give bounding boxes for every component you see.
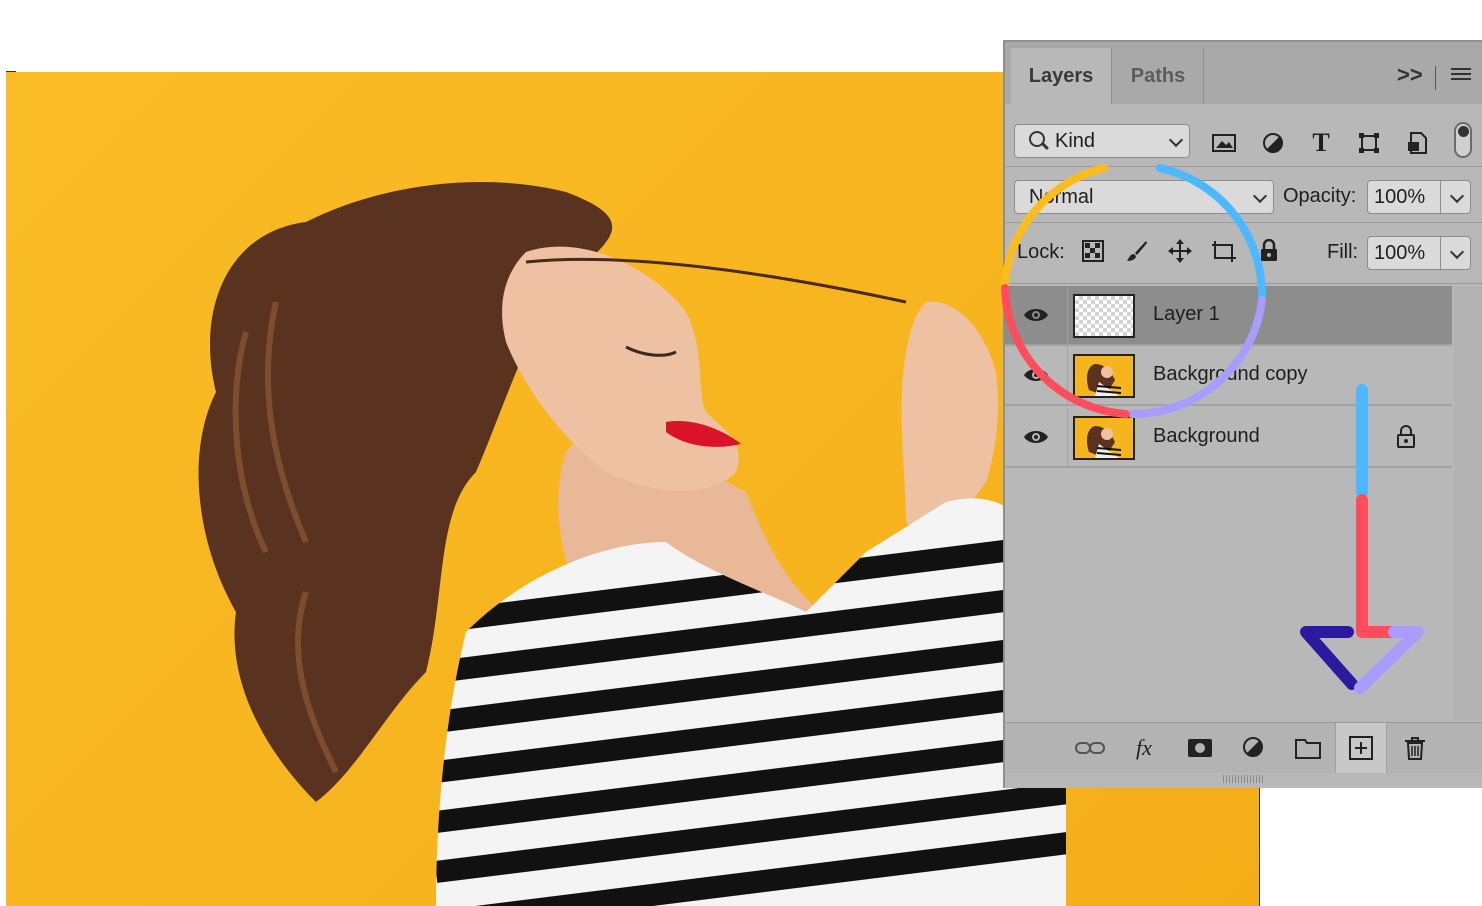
opacity-label: Opacity:	[1283, 185, 1357, 207]
chevron-down-icon[interactable]	[1449, 188, 1465, 204]
visibility-eye-icon[interactable]	[1023, 304, 1049, 326]
blend-mode-value: Normal	[1029, 186, 1094, 208]
filter-kind-label: Kind	[1055, 130, 1096, 152]
divider	[1005, 283, 1482, 284]
filter-toggle[interactable]	[1454, 122, 1472, 158]
type-filter-icon[interactable]: T	[1308, 128, 1334, 157]
layer-lock-icon[interactable]	[1396, 425, 1416, 449]
lock-image-pixels-icon[interactable]	[1124, 238, 1150, 264]
opacity-value: 100%	[1374, 186, 1426, 208]
lock-position-icon[interactable]	[1167, 238, 1193, 264]
layer-thumbnail	[1073, 294, 1135, 338]
layer-row-background[interactable]: Background	[1005, 408, 1452, 468]
layer-name: Layer 1	[1153, 303, 1220, 325]
filter-kind-select[interactable]: Kind	[1014, 124, 1190, 158]
tab-bar-divider	[1435, 66, 1436, 90]
layer-name: Background copy	[1153, 363, 1308, 385]
chevron-down-icon	[1168, 132, 1184, 148]
layer-row-background-copy[interactable]: Background copy	[1005, 346, 1452, 406]
lock-transparent-pixels-icon[interactable]	[1080, 238, 1106, 264]
fx-icon[interactable]: fx	[1129, 733, 1159, 763]
delete-layer-icon[interactable]	[1400, 733, 1430, 763]
search-icon	[1029, 131, 1045, 147]
lock-all-icon[interactable]	[1256, 238, 1282, 264]
fill-value: 100%	[1374, 242, 1426, 264]
tab-layers[interactable]: Layers	[1011, 48, 1112, 104]
lock-artboard-icon[interactable]	[1211, 238, 1237, 264]
visibility-eye-icon[interactable]	[1023, 426, 1049, 448]
canvas-edge-line	[1259, 780, 1260, 906]
link-layers-icon[interactable]	[1075, 733, 1105, 763]
visibility-eye-icon[interactable]	[1023, 364, 1049, 386]
lock-label: Lock:	[1017, 241, 1065, 263]
adjustment-filter-icon[interactable]	[1260, 130, 1286, 156]
smart-object-filter-icon[interactable]	[1405, 130, 1431, 156]
layer-row-layer-1[interactable]: Layer 1	[1005, 286, 1452, 346]
layer-name: Background	[1153, 425, 1260, 447]
layers-scrollbar[interactable]	[1454, 286, 1482, 720]
shape-filter-icon[interactable]	[1356, 130, 1382, 156]
chevron-down-icon	[1252, 188, 1268, 204]
adjustment-layer-icon[interactable]	[1239, 733, 1269, 763]
panel-menu-icon[interactable]	[1451, 68, 1471, 82]
divider	[1005, 222, 1482, 223]
face	[502, 246, 739, 491]
new-layer-icon[interactable]	[1346, 733, 1376, 763]
layers-panel: Layers Paths >> Kind T Normal Opacity: 1…	[1003, 40, 1482, 788]
collapse-panel-icon[interactable]: >>	[1397, 62, 1423, 88]
layers-toolbar: fx	[1005, 722, 1482, 773]
layer-thumbnail	[1073, 416, 1135, 460]
layer-thumbnail	[1073, 354, 1135, 398]
new-group-icon[interactable]	[1293, 733, 1323, 763]
opacity-input[interactable]: 100%	[1367, 180, 1471, 214]
panel-tab-bar: Layers Paths >>	[1005, 42, 1482, 104]
fill-input[interactable]: 100%	[1367, 236, 1471, 270]
fill-label: Fill:	[1327, 241, 1359, 263]
image-filter-icon[interactable]	[1211, 130, 1237, 156]
divider	[1005, 166, 1482, 167]
chevron-down-icon[interactable]	[1449, 244, 1465, 260]
panel-resize-grip[interactable]	[1223, 775, 1263, 783]
blend-mode-select[interactable]: Normal	[1014, 180, 1274, 214]
layer-mask-icon[interactable]	[1185, 733, 1215, 763]
tab-paths[interactable]: Paths	[1113, 48, 1204, 104]
